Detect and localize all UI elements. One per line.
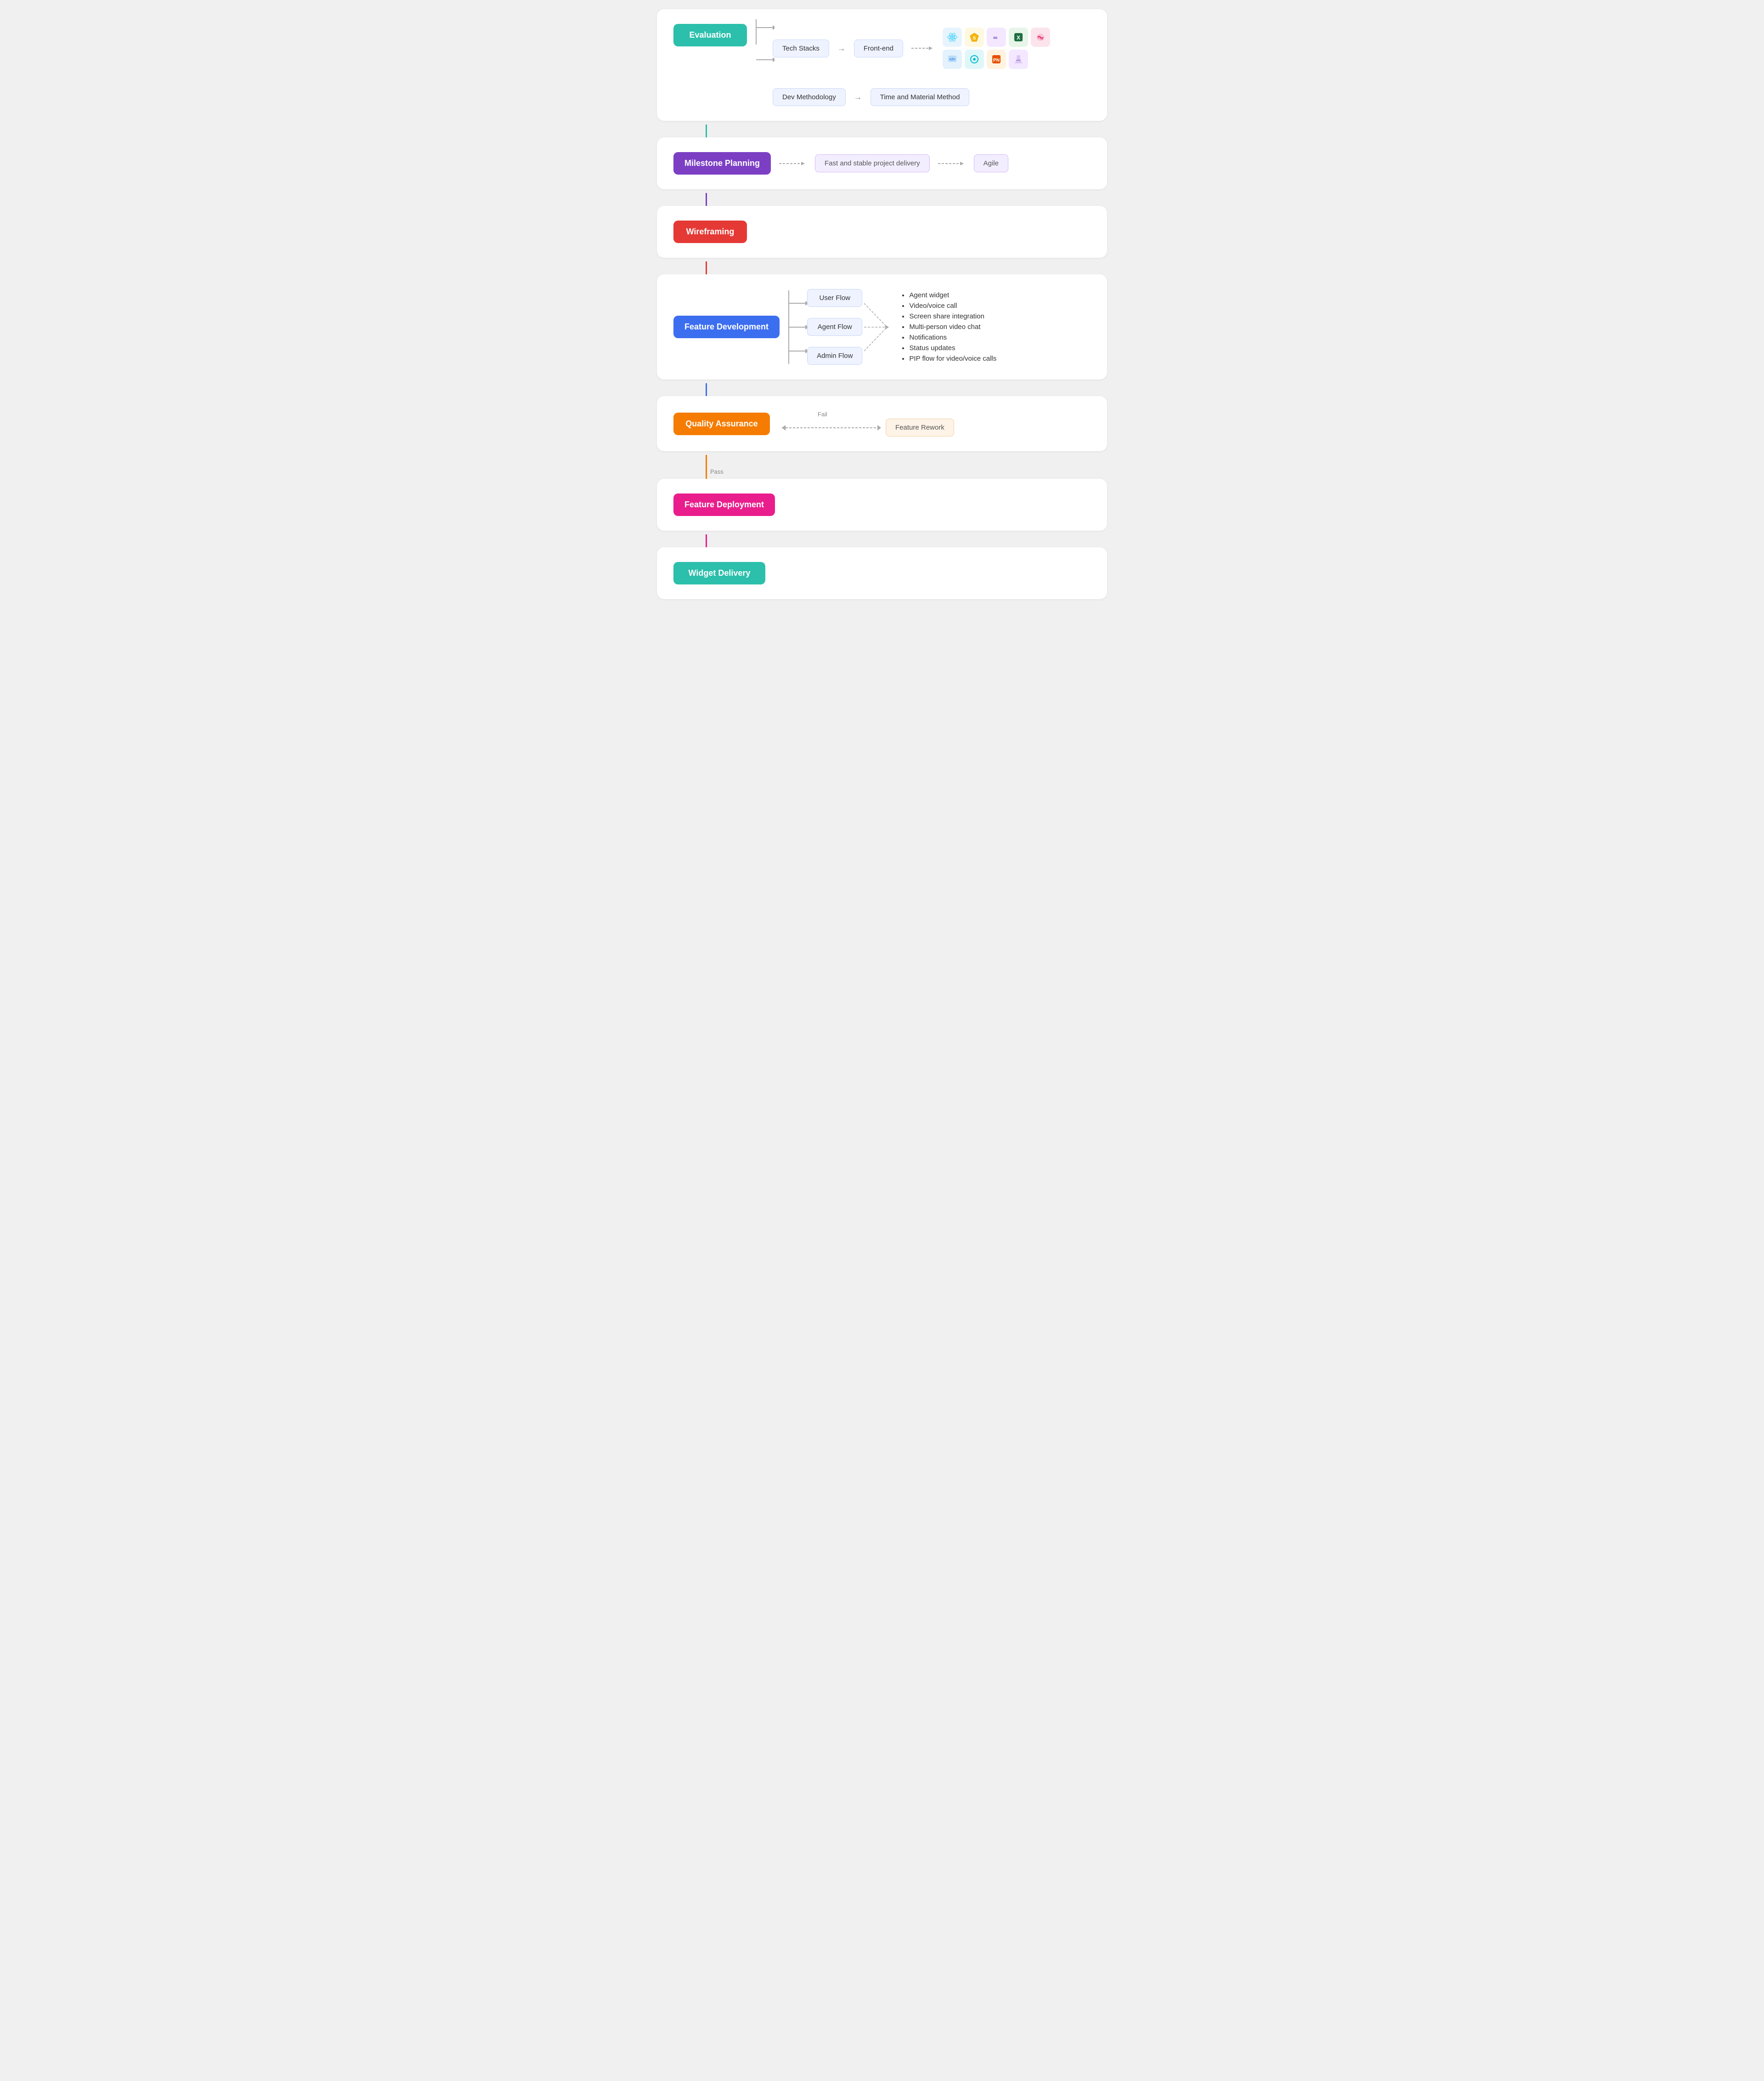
dev-methodology-node: Dev Methodology bbox=[773, 88, 846, 106]
redux-icon: ∞ bbox=[987, 28, 1006, 47]
evaluation-node: Evaluation bbox=[673, 24, 747, 46]
bullet-screen-share: Screen share integration bbox=[909, 312, 996, 320]
pass-label: Pass bbox=[710, 468, 724, 475]
wireframing-node: Wireframing bbox=[673, 221, 747, 243]
connector-wire-to-featdev bbox=[706, 261, 1107, 274]
bullet-status: Status updates bbox=[909, 344, 996, 352]
svg-text:∞: ∞ bbox=[993, 34, 997, 41]
tam-node: Time and Material Method bbox=[871, 88, 970, 106]
feature-dev-section: Feature Development User Flow bbox=[657, 274, 1107, 380]
connector-deploy-to-delivery bbox=[706, 534, 1107, 547]
sketch-icon: S bbox=[965, 28, 984, 47]
primeng-icon: PN bbox=[987, 50, 1006, 69]
tech-icons-container: S ∞ bbox=[943, 28, 1050, 69]
delivery-section: Widget Delivery bbox=[657, 547, 1107, 599]
svg-text:</>: </> bbox=[949, 57, 955, 62]
connector-milestone-to-wire bbox=[706, 193, 1107, 206]
chakra-icon bbox=[965, 50, 984, 69]
delivery-node: Widget Delivery bbox=[673, 562, 765, 584]
evaluation-section: Evaluation bbox=[657, 9, 1107, 121]
milestone-node: Milestone Planning bbox=[673, 152, 771, 175]
qa-rework-group: Fail Feature Rework bbox=[781, 411, 954, 437]
user-flow-node: User Flow bbox=[807, 289, 862, 307]
react-icon bbox=[943, 28, 962, 47]
milestone-section: Milestone Planning Fast and stable proje… bbox=[657, 137, 1107, 189]
feature-rework-node: Feature Rework bbox=[886, 419, 954, 437]
deployment-section: Feature Deployment bbox=[657, 479, 1107, 531]
bullet-pip: PIP flow for video/voice calls bbox=[909, 355, 996, 363]
code-icon: </> bbox=[943, 50, 962, 69]
fail-label: Fail bbox=[818, 411, 827, 418]
bullets-list: Agent widget Video/voice call Screen sha… bbox=[900, 291, 996, 363]
agent-flow-node: Agent Flow bbox=[807, 318, 862, 336]
fast-delivery-node: Fast and stable project delivery bbox=[815, 154, 930, 172]
qa-node: Quality Assurance bbox=[673, 413, 770, 435]
connector-eval-to-milestone bbox=[706, 125, 1107, 137]
connector-qa-to-deploy: Pass bbox=[706, 455, 1107, 479]
svg-text:S: S bbox=[973, 36, 976, 41]
flow-diagram: Evaluation bbox=[657, 9, 1107, 603]
arrow-frontend-to-icons bbox=[911, 45, 934, 52]
bullet-video-call: Video/voice call bbox=[909, 302, 996, 310]
bullet-multi-video: Multi-person video chat bbox=[909, 323, 996, 331]
frontend-node: Front-end bbox=[854, 40, 903, 57]
wireframing-section: Wireframing bbox=[657, 206, 1107, 258]
qa-rework-arrow bbox=[781, 423, 882, 432]
qa-section: Quality Assurance Fail bbox=[657, 396, 1107, 451]
flask-icon bbox=[1009, 50, 1028, 69]
bullet-agent-widget: Agent widget bbox=[909, 291, 996, 299]
deployment-node: Feature Deployment bbox=[673, 493, 775, 516]
excel-icon: X bbox=[1009, 28, 1028, 47]
tech-stacks-node: Tech Stacks bbox=[773, 40, 829, 57]
feature-dev-node: Feature Development bbox=[673, 316, 780, 338]
arrow-milestone-to-fast bbox=[779, 160, 807, 167]
admin-flow-node: Admin Flow bbox=[807, 347, 862, 365]
featdev-to-bullets-svg bbox=[864, 290, 896, 364]
arrow-fast-to-agile bbox=[938, 160, 966, 167]
arrow-tech-to-frontend: → bbox=[837, 44, 846, 53]
svg-text:X: X bbox=[1017, 34, 1020, 41]
agile-node: Agile bbox=[974, 154, 1008, 172]
bullet-notifications: Notifications bbox=[909, 334, 996, 341]
socket-icon bbox=[1031, 28, 1050, 47]
svg-text:PN: PN bbox=[993, 58, 1000, 63]
connector-featdev-to-qa bbox=[706, 383, 1107, 396]
featdev-branch-svg bbox=[780, 290, 807, 364]
eval-connector-svg bbox=[747, 19, 775, 70]
arrow-dev-to-tam: → bbox=[854, 92, 862, 102]
feature-bullets: Agent widget Video/voice call Screen sha… bbox=[900, 291, 996, 363]
